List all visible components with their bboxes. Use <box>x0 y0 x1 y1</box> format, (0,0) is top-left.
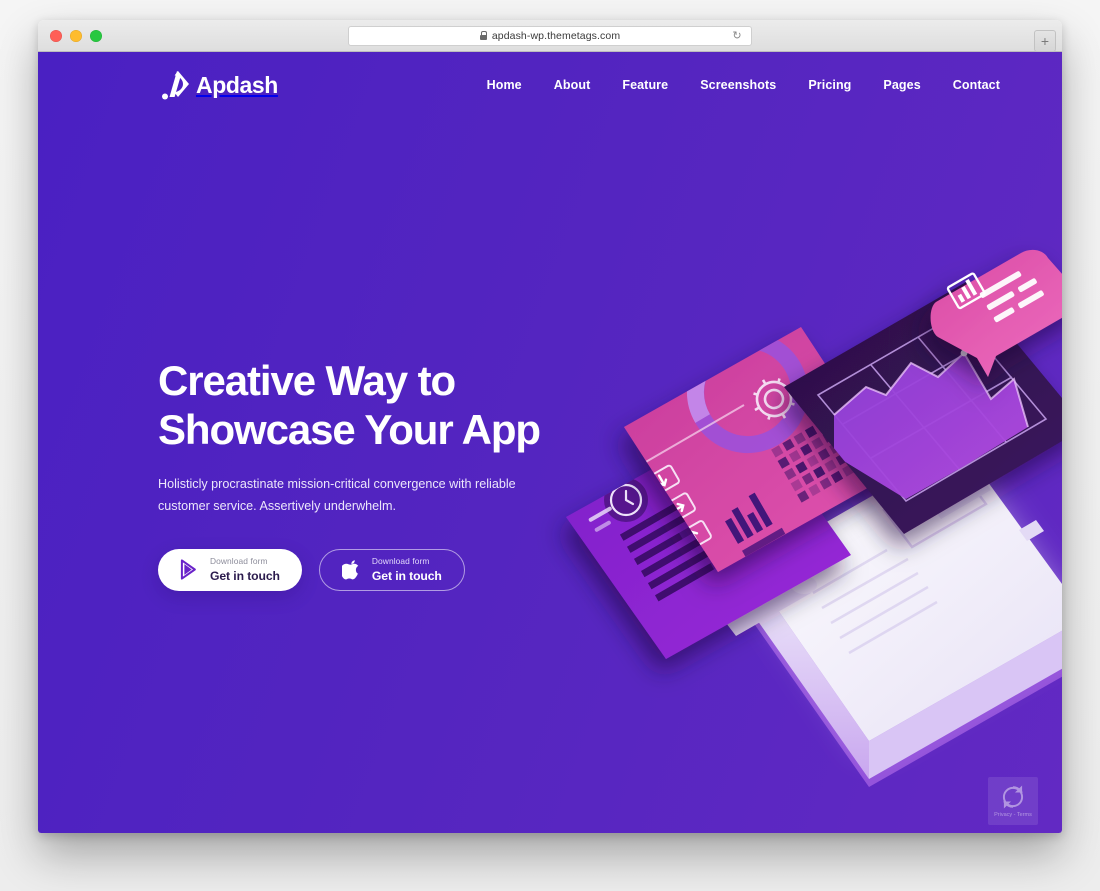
close-window-button[interactable] <box>50 29 62 42</box>
nav-item-contact[interactable]: Contact <box>953 78 1000 92</box>
new-tab-button[interactable]: + <box>1034 30 1056 52</box>
hero-action-buttons: Download form Get in touch Download form… <box>158 548 578 591</box>
recaptcha-privacy-terms-label: Privacy - Terms <box>994 812 1032 818</box>
hero-content: Creative Way to Showcase Your App Holist… <box>158 357 578 591</box>
nav-item-screenshots[interactable]: Screenshots <box>700 78 776 92</box>
browser-window: apdash-wp.themetags.com ↻ + Apdash Home … <box>38 20 1062 833</box>
google-play-icon <box>180 559 196 580</box>
isometric-app-dashboard-illustration <box>566 249 1062 787</box>
desktop-background: apdash-wp.themetags.com ↻ + Apdash Home … <box>0 0 1100 891</box>
lock-icon <box>479 31 488 40</box>
maximize-window-button[interactable] <box>90 29 102 42</box>
browser-titlebar: apdash-wp.themetags.com ↻ + <box>38 20 1062 52</box>
address-bar-url: apdash-wp.themetags.com <box>491 29 621 42</box>
apple-store-download-button[interactable]: Download form Get in touch <box>318 548 465 591</box>
reload-icon[interactable]: ↻ <box>731 30 743 42</box>
google-play-button-labels: Download form Get in touch <box>210 555 280 583</box>
page-viewport: Apdash Home About Feature Screenshots Pr… <box>38 52 1062 833</box>
site-header: Apdash Home About Feature Screenshots Pr… <box>38 52 1062 118</box>
brand-logo-link[interactable]: Apdash <box>162 70 278 100</box>
nav-item-about[interactable]: About <box>554 78 591 92</box>
nav-item-pages[interactable]: Pages <box>883 78 920 92</box>
nav-item-home[interactable]: Home <box>487 78 522 92</box>
nav-item-feature[interactable]: Feature <box>622 78 668 92</box>
nav-item-pricing[interactable]: Pricing <box>808 78 851 92</box>
hero-subtitle: Holisticly procrastinate mission-critica… <box>158 477 516 513</box>
hero-title: Creative Way to Showcase Your App <box>158 357 578 454</box>
apdash-logo-icon <box>162 71 189 100</box>
apple-icon <box>341 560 359 580</box>
apple-store-button-big-label: Get in touch <box>371 568 442 583</box>
google-play-button-small-label: Download form <box>210 555 268 566</box>
address-bar[interactable]: apdash-wp.themetags.com ↻ <box>348 25 752 46</box>
recaptcha-badge[interactable]: Privacy - Terms <box>988 777 1038 825</box>
brand-name: Apdash <box>196 71 278 98</box>
minimize-window-button[interactable] <box>70 29 82 42</box>
recaptcha-icon <box>1002 785 1024 809</box>
hero-title-line-1: Creative Way to <box>158 357 456 404</box>
google-play-button-big-label: Get in touch <box>210 568 280 583</box>
apple-store-button-labels: Download form Get in touch <box>371 555 442 583</box>
google-play-download-button[interactable]: Download form Get in touch <box>158 548 302 591</box>
apple-store-button-small-label: Download form <box>371 555 430 566</box>
main-navigation: Home About Feature Screenshots Pricing P… <box>487 78 1000 92</box>
hero-illustration <box>566 249 1062 787</box>
hero-title-line-2: Showcase Your App <box>158 405 541 453</box>
window-traffic-lights <box>50 29 102 42</box>
